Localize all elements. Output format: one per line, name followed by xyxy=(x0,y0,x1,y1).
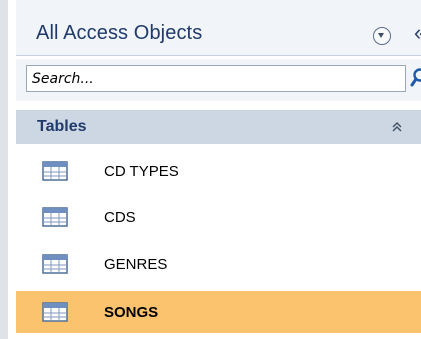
collapse-pane-icon[interactable]: « xyxy=(414,22,421,44)
chevron-down-icon[interactable] xyxy=(373,27,391,45)
list-item-genres[interactable]: GENRES xyxy=(16,243,421,285)
nav-pane-title[interactable]: All Access Objects xyxy=(36,22,202,45)
list-item-label: SONGS xyxy=(104,304,159,321)
navigation-pane: All Access Objects « Tables CD TYPES xyxy=(0,0,421,339)
search-input[interactable] xyxy=(26,65,406,92)
table-icon xyxy=(42,254,68,274)
list-item-cds[interactable]: CDS xyxy=(16,196,421,238)
search-icon[interactable] xyxy=(410,68,421,88)
group-header-tables[interactable]: Tables xyxy=(16,110,421,144)
list-item-cd-types[interactable]: CD TYPES xyxy=(16,150,421,192)
table-icon xyxy=(42,302,68,322)
nav-pane-header[interactable]: All Access Objects « xyxy=(16,0,421,56)
list-item-label: CDS xyxy=(104,209,136,226)
list-item-label: CD TYPES xyxy=(104,163,179,180)
double-chevron-up-icon[interactable] xyxy=(391,121,403,133)
search-bar xyxy=(16,59,421,101)
list-item-label: GENRES xyxy=(104,256,168,273)
list-item-songs[interactable]: SONGS xyxy=(16,291,421,333)
group-title: Tables xyxy=(37,118,87,135)
table-icon xyxy=(42,207,68,227)
table-icon xyxy=(42,161,68,181)
